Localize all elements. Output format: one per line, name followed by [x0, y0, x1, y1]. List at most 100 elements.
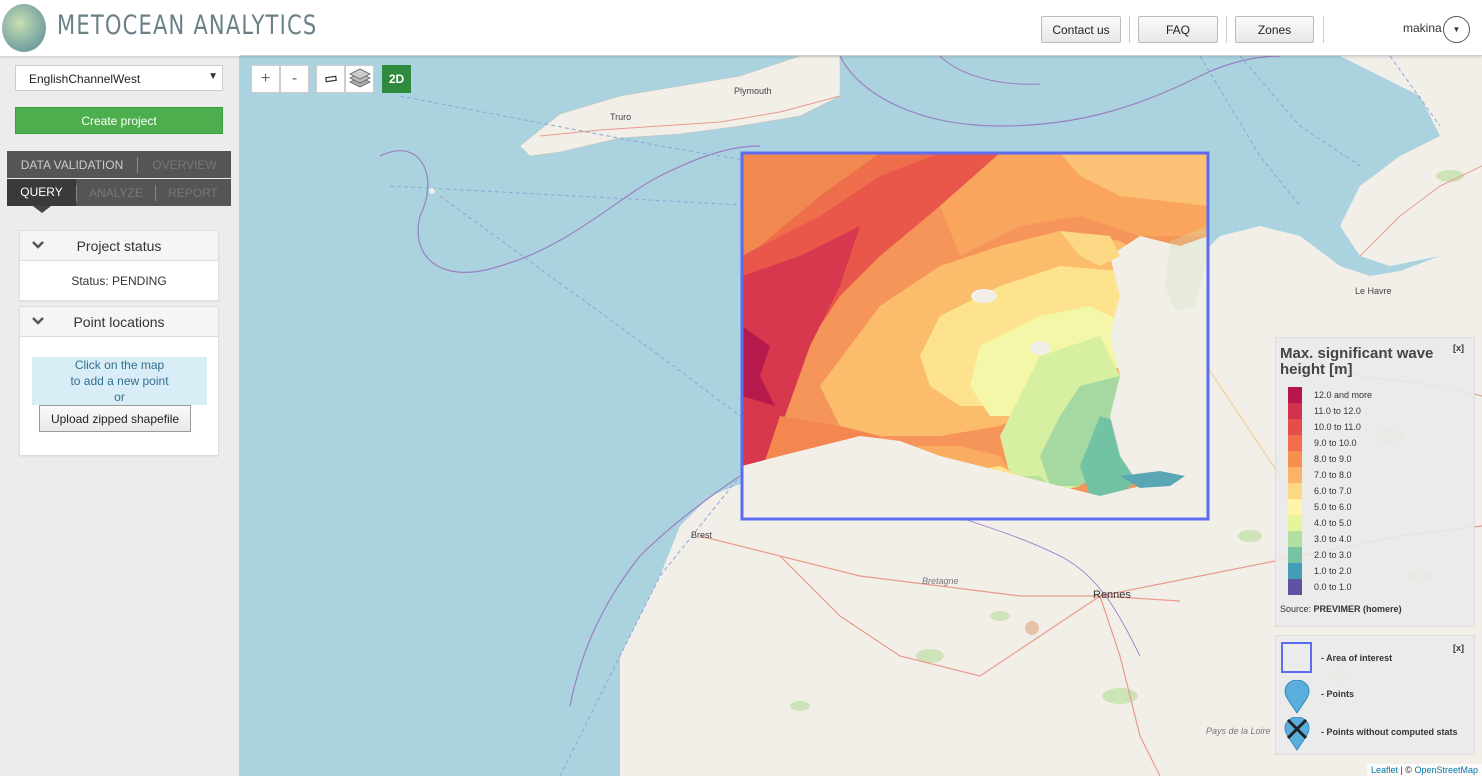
symbols-legend: [x] - Area of interest - Points - Points… — [1275, 635, 1475, 755]
zoom-in-button[interactable]: + — [251, 65, 280, 93]
legend-item: 3.0 to 4.0 — [1288, 531, 1352, 547]
legend-item: 4.0 to 5.0 — [1288, 515, 1352, 531]
legend-item: 1.0 to 2.0 — [1288, 563, 1352, 579]
legend-swatch — [1288, 435, 1302, 451]
toggle-2d-button[interactable]: 2D — [382, 65, 411, 93]
faq-button[interactable]: FAQ — [1138, 16, 1218, 43]
legend-swatch — [1288, 563, 1302, 579]
legend-swatch — [1288, 531, 1302, 547]
point-locations-panel: Point locations Click on the map to add … — [19, 306, 219, 456]
tab-analyze[interactable]: ANALYZE — [77, 186, 155, 200]
nav-separator — [1323, 16, 1324, 43]
tab-row-1: DATA VALIDATION OVERVIEW — [7, 151, 231, 178]
tab-query[interactable]: QUERY — [7, 179, 76, 206]
tab-report[interactable]: REPORT — [156, 186, 230, 200]
area-of-interest-label: - Area of interest — [1321, 653, 1393, 663]
points-without-stats-label: - Points without computed stats — [1321, 727, 1458, 737]
legend-label: 4.0 to 5.0 — [1314, 518, 1352, 528]
map[interactable]: Plymouth Truro Le Havre Brest Bretagne R… — [240, 56, 1482, 776]
legend-label: 12.0 and more — [1314, 390, 1373, 400]
hint-line: to add a new point — [70, 374, 169, 388]
nav-separator — [1129, 16, 1130, 43]
upload-shapefile-button[interactable]: Upload zipped shapefile — [39, 405, 191, 432]
legend-swatch — [1288, 483, 1302, 499]
tab-overview[interactable]: OVERVIEW — [138, 158, 231, 172]
attribution-separator: | © — [1397, 765, 1415, 775]
legend-source-label: Source: — [1280, 604, 1312, 614]
place-label: Plymouth — [734, 86, 772, 96]
logo[interactable]: METOCEAN ANALYTICS — [0, 0, 316, 56]
legend-item: 8.0 to 9.0 — [1288, 451, 1352, 467]
points-label: - Points — [1321, 689, 1354, 699]
legend-item: 12.0 and more — [1288, 387, 1372, 403]
caret-down-icon: ▼ — [208, 71, 218, 82]
legend-label: 8.0 to 9.0 — [1314, 454, 1352, 464]
place-label: Pays de la Loire — [1206, 726, 1271, 736]
ruler-icon — [324, 75, 337, 83]
point-locations-header[interactable]: Point locations — [20, 307, 218, 337]
legend-source: Source: PREVIMER (homere) — [1280, 604, 1402, 614]
zone-select-value: EnglishChannelWest — [29, 72, 141, 86]
create-project-button[interactable]: Create project — [15, 107, 223, 134]
legend-label: 6.0 to 7.0 — [1314, 486, 1352, 496]
project-status-header[interactable]: Project status — [20, 231, 218, 261]
place-label: Rennes — [1093, 589, 1131, 601]
contact-button[interactable]: Contact us — [1041, 16, 1121, 43]
measure-button[interactable] — [316, 65, 345, 93]
layers-button[interactable] — [345, 65, 374, 93]
caret-down-icon: ▼ — [1452, 25, 1461, 34]
layers-icon — [348, 68, 371, 88]
wave-height-overlay — [742, 153, 1208, 519]
legend2-close-button[interactable]: [x] — [1453, 643, 1464, 653]
project-status-title: Project status — [76, 237, 162, 254]
tab-row-2: QUERY ANALYZE REPORT — [7, 179, 231, 206]
legend-label: 10.0 to 11.0 — [1314, 422, 1361, 432]
zones-button[interactable]: Zones — [1235, 16, 1314, 43]
legend-swatch — [1288, 387, 1302, 403]
legend-swatch — [1288, 579, 1302, 595]
header: METOCEAN ANALYTICS Contact us FAQ Zones … — [0, 0, 1482, 56]
legend-item: 0.0 to 1.0 — [1288, 579, 1352, 595]
zoom-out-button[interactable]: - — [280, 65, 309, 93]
status-text: Status: PENDING — [71, 274, 167, 288]
map-attribution: Leaflet | © OpenStreetMap — [1366, 764, 1482, 776]
legend-swatch — [1288, 419, 1302, 435]
hint-line: Click on the map — [74, 358, 165, 372]
place-label: Le Havre — [1355, 286, 1392, 296]
area-of-interest-swatch — [1281, 642, 1312, 673]
legend-item: 5.0 to 6.0 — [1288, 499, 1352, 515]
sidebar: EnglishChannelWest ▼ Create project DATA… — [0, 56, 240, 776]
legend-item: 10.0 to 11.0 — [1288, 419, 1361, 435]
globe-logo-icon — [2, 4, 46, 52]
zone-select[interactable]: EnglishChannelWest ▼ — [15, 65, 223, 91]
place-label: Truro — [610, 112, 632, 122]
place-label: Brest — [691, 530, 713, 540]
legend-label: 9.0 to 10.0 — [1314, 438, 1357, 448]
point-marker-icon — [1284, 680, 1310, 714]
legend-title: Max. significant wave height [m] — [1280, 345, 1434, 378]
click-map-hint: Click on the map to add a new point or — [32, 357, 207, 405]
legend-label: 7.0 to 8.0 — [1314, 470, 1352, 480]
user-menu-button[interactable]: ▼ — [1443, 16, 1470, 43]
legend-swatch — [1288, 403, 1302, 419]
tab-data-validation[interactable]: DATA VALIDATION — [7, 158, 137, 172]
logo-text: METOCEAN ANALYTICS — [57, 10, 318, 41]
legend-swatch — [1288, 499, 1302, 515]
legend-label: 5.0 to 6.0 — [1314, 502, 1352, 512]
leaflet-link[interactable]: Leaflet — [1371, 765, 1398, 775]
user-name[interactable]: makina — [1403, 21, 1442, 35]
legend-swatch — [1288, 515, 1302, 531]
osm-link[interactable]: OpenStreetMap — [1414, 765, 1478, 775]
chevron-down-icon — [32, 317, 44, 325]
legend-item: 6.0 to 7.0 — [1288, 483, 1352, 499]
land-north-france — [1340, 56, 1482, 266]
project-status-body: Status: PENDING — [20, 261, 218, 288]
hint-line: or — [114, 390, 125, 404]
mode-2d-label: 2D — [388, 72, 405, 86]
chevron-down-icon — [32, 241, 44, 249]
project-status-panel: Project status Status: PENDING — [19, 230, 219, 301]
nav-separator — [1226, 16, 1227, 43]
active-tab-pointer — [33, 206, 51, 213]
legend-swatch — [1288, 547, 1302, 563]
legend-label: 1.0 to 2.0 — [1314, 566, 1352, 576]
